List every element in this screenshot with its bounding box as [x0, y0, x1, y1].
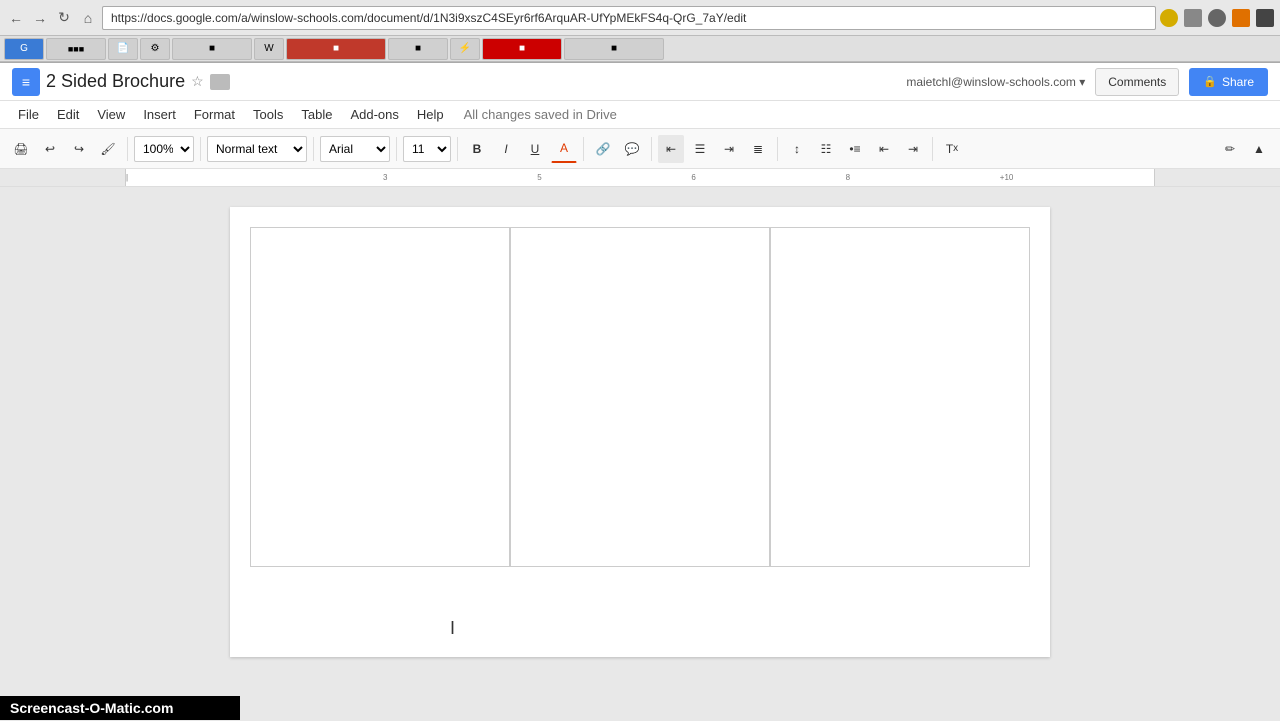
bullet-list-button[interactable]: •≡ — [842, 135, 868, 163]
ext-item-4[interactable]: ⚙ — [140, 38, 170, 60]
comment-button[interactable]: 💬 — [619, 135, 645, 163]
text-color-button[interactable]: A — [551, 135, 577, 163]
extension-icon2[interactable] — [1208, 9, 1226, 27]
docs-body: I — [0, 187, 1280, 721]
title-right: maietchl@winslow-schools.com ▾ Comments … — [906, 68, 1268, 96]
browser-toolbar: ← → ↻ ⌂ — [0, 0, 1280, 36]
ext-item-5[interactable]: ■ — [172, 38, 252, 60]
ext-item-9[interactable]: ⚡ — [450, 38, 480, 60]
print-button[interactable]: 🖨 — [8, 135, 34, 163]
star-icon[interactable]: ☆ — [191, 73, 204, 90]
ext-item-3[interactable]: 📄 — [108, 38, 138, 60]
ext-item-6[interactable]: W — [254, 38, 284, 60]
page-content[interactable] — [230, 207, 1050, 587]
sidebar-right — [1155, 187, 1280, 721]
refresh-button[interactable]: ↻ — [54, 8, 74, 28]
menu-tools[interactable]: Tools — [245, 104, 291, 125]
autosave-status: All changes saved in Drive — [464, 107, 617, 122]
ext-item-2[interactable]: ■■■ — [46, 38, 106, 60]
paint-format-button[interactable]: 🖌 — [95, 135, 121, 163]
link-button[interactable]: 🔗 — [590, 135, 616, 163]
ext-item-11[interactable]: ■ — [564, 38, 664, 60]
divider-7 — [651, 137, 652, 161]
document-page[interactable]: I — [230, 207, 1050, 657]
zoom-select[interactable]: 100% 75% 125% — [134, 136, 194, 162]
divider-4 — [396, 137, 397, 161]
italic-button[interactable]: I — [493, 135, 519, 163]
underline-button[interactable]: U — [522, 135, 548, 163]
page-column-1[interactable] — [250, 227, 510, 567]
view-options-button[interactable]: ▲ — [1246, 135, 1272, 163]
align-center-button[interactable]: ☰ — [687, 135, 713, 163]
page-column-2[interactable] — [510, 227, 770, 567]
decrease-indent-button[interactable]: ⇤ — [871, 135, 897, 163]
style-select[interactable]: Normal text Heading 1 Heading 2 — [207, 136, 307, 162]
divider-6 — [583, 137, 584, 161]
extension-icon3[interactable] — [1232, 9, 1250, 27]
ext-item-8[interactable]: ■ — [388, 38, 448, 60]
address-bar[interactable] — [102, 6, 1156, 30]
back-button[interactable]: ← — [6, 8, 26, 28]
extension-icon1[interactable] — [1184, 9, 1202, 27]
menu-help[interactable]: Help — [409, 104, 452, 125]
extension-icon4[interactable] — [1256, 9, 1274, 27]
font-size-select[interactable]: 11 10 12 — [403, 136, 451, 162]
line-spacing-button[interactable]: ↕ — [784, 135, 810, 163]
edit-mode-button[interactable]: ✏ — [1217, 135, 1243, 163]
justify-button[interactable]: ≣ — [745, 135, 771, 163]
forward-button[interactable]: → — [30, 8, 50, 28]
bold-button[interactable]: B — [464, 135, 490, 163]
lock-icon: 🔒 — [1203, 75, 1217, 88]
ext-item-10[interactable]: ■ — [482, 38, 562, 60]
title-left: ≡ 2 Sided Brochure ☆ — [12, 68, 230, 96]
share-button[interactable]: 🔒 Share — [1189, 68, 1268, 96]
sidebar-left — [0, 187, 125, 721]
docs-titlebar: ≡ 2 Sided Brochure ☆ maietchl@winslow-sc… — [0, 63, 1280, 101]
home-button[interactable]: ⌂ — [78, 8, 98, 28]
docs-toolbar: 🖨 ↩ ↪ 🖌 100% 75% 125% Normal text Headin… — [0, 129, 1280, 169]
menu-view[interactable]: View — [89, 104, 133, 125]
screencast-bar: Screencast-O-Matic.com — [0, 696, 240, 720]
bookmark-icon[interactable] — [1160, 9, 1178, 27]
divider-3 — [313, 137, 314, 161]
redo-button[interactable]: ↪ — [66, 135, 92, 163]
clear-format-button[interactable]: Tx — [939, 135, 965, 163]
divider-9 — [932, 137, 933, 161]
docs-logo: ≡ — [12, 68, 40, 96]
menu-file[interactable]: File — [10, 104, 47, 125]
menu-edit[interactable]: Edit — [49, 104, 87, 125]
comments-button[interactable]: Comments — [1095, 68, 1179, 96]
extension-bar: G ■■■ 📄 ⚙ ■ W ■ ■ ⚡ ■ ■ — [0, 36, 1280, 62]
user-email[interactable]: maietchl@winslow-schools.com ▾ — [906, 75, 1085, 89]
ruler-margin-right — [1155, 169, 1280, 186]
page-column-3[interactable] — [770, 227, 1030, 567]
ext-item-1[interactable]: G — [4, 38, 44, 60]
font-select[interactable]: Arial Times New Roman — [320, 136, 390, 162]
folder-icon[interactable] — [210, 74, 230, 90]
menu-insert[interactable]: Insert — [135, 104, 184, 125]
docs-menubar: File Edit View Insert Format Tools Table… — [0, 101, 1280, 129]
align-left-button[interactable]: ⇤ — [658, 135, 684, 163]
undo-button[interactable]: ↩ — [37, 135, 63, 163]
numbered-list-button[interactable]: ☷ — [813, 135, 839, 163]
ruler: | 3 5 6 8 +10 — [0, 169, 1280, 187]
docs-app: ≡ 2 Sided Brochure ☆ maietchl@winslow-sc… — [0, 63, 1280, 721]
text-cursor: I — [450, 618, 455, 639]
divider-5 — [457, 137, 458, 161]
ext-item-7[interactable]: ■ — [286, 38, 386, 60]
align-right-button[interactable]: ⇥ — [716, 135, 742, 163]
ruler-inner: | 3 5 6 8 +10 — [125, 169, 1155, 186]
page-area[interactable]: I — [125, 187, 1155, 721]
divider-2 — [200, 137, 201, 161]
divider-8 — [777, 137, 778, 161]
ruler-margin-left — [0, 169, 125, 186]
increase-indent-button[interactable]: ⇥ — [900, 135, 926, 163]
divider-1 — [127, 137, 128, 161]
menu-format[interactable]: Format — [186, 104, 243, 125]
menu-addons[interactable]: Add-ons — [342, 104, 406, 125]
menu-table[interactable]: Table — [293, 104, 340, 125]
document-title[interactable]: 2 Sided Brochure — [46, 71, 185, 92]
